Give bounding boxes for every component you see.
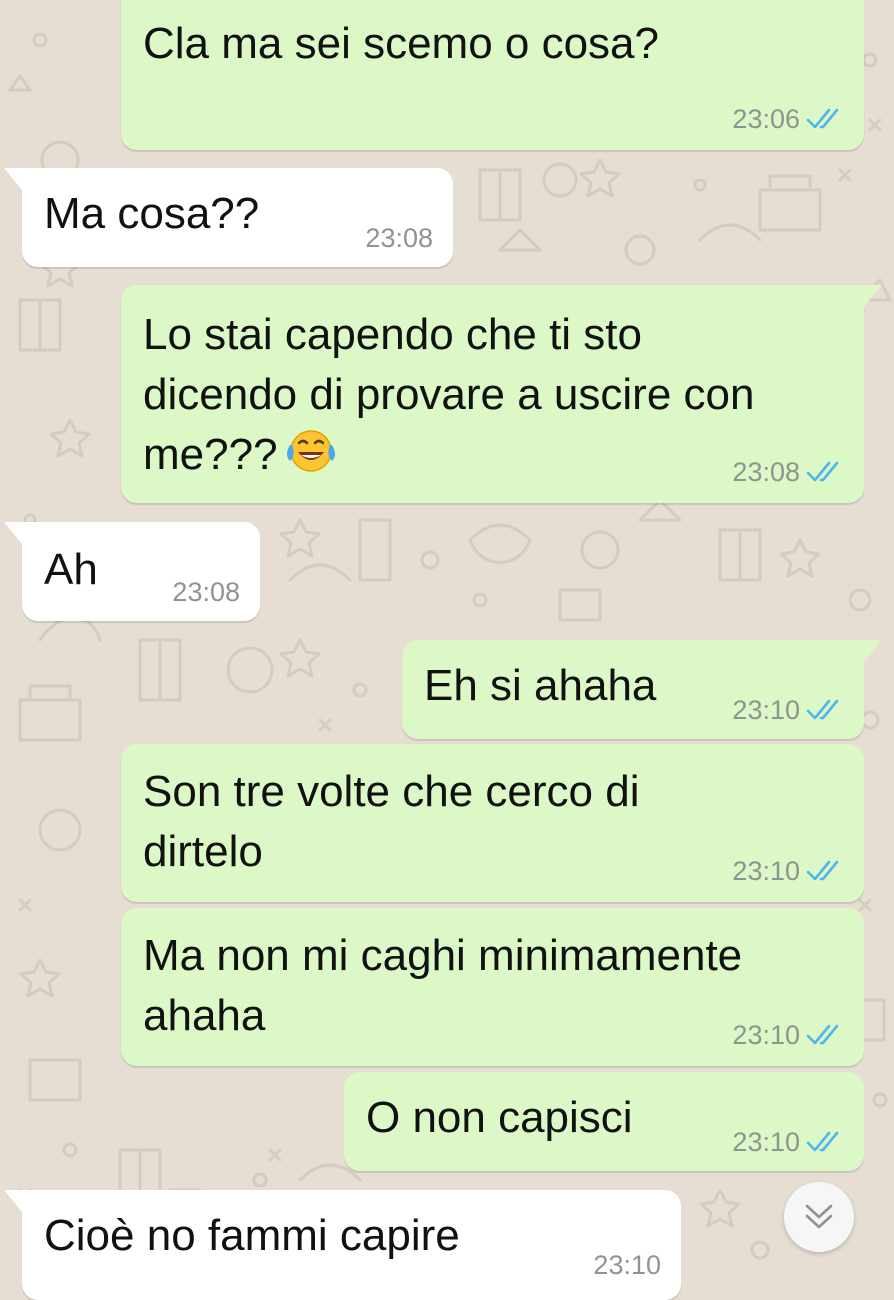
- message-line: Son tre volte che cerco di: [143, 767, 640, 816]
- message-text: Son tre volte che cerco di dirtelo: [143, 762, 639, 882]
- incoming-message[interactable]: Ma cosa?? 23:08: [4, 168, 453, 267]
- double-check-icon: [806, 1131, 839, 1152]
- message-time: 23:06: [732, 104, 800, 134]
- double-check-icon: [806, 461, 839, 482]
- outgoing-message[interactable]: Cla ma sei scemo o cosa? 23:06: [121, 0, 864, 150]
- message-line: ahaha: [143, 991, 266, 1040]
- message-text: Cla ma sei scemo o cosa?: [143, 19, 659, 68]
- message-meta: 23:08: [732, 457, 844, 487]
- message-meta: 23:06: [732, 104, 844, 134]
- message-time: 23:10: [732, 695, 800, 725]
- outgoing-message[interactable]: Ma non mi caghi minimamente ahaha 23:10: [121, 908, 864, 1066]
- message-line: dirtelo: [143, 827, 263, 876]
- message-time: 23:10: [732, 856, 800, 886]
- message-text: Ma cosa??: [44, 189, 260, 238]
- message-time: 23:08: [365, 223, 433, 253]
- outgoing-message[interactable]: Eh si ahaha 23:10: [402, 640, 882, 739]
- message-meta: 23:10: [593, 1250, 661, 1280]
- message-text: Eh si ahaha: [424, 661, 657, 710]
- outgoing-message[interactable]: Lo stai capendo che ti sto dicendo di pr…: [121, 285, 882, 503]
- face-with-tears-of-joy-icon: [286, 430, 335, 472]
- incoming-message[interactable]: Ah 23:08: [4, 522, 260, 621]
- message-line: dicendo di provare a uscire con: [143, 370, 755, 419]
- message-text: Cioè no fammi capire: [44, 1211, 460, 1260]
- double-check-icon: [806, 1024, 839, 1045]
- message-meta: 23:10: [732, 856, 844, 886]
- message-text: Lo stai capendo che ti sto dicendo di pr…: [143, 305, 754, 485]
- double-check-icon: [806, 108, 839, 129]
- double-check-icon: [806, 860, 839, 881]
- message-time: 23:10: [732, 1127, 800, 1157]
- scroll-to-bottom-button[interactable]: [784, 1182, 854, 1252]
- message-line: Ma non mi caghi minimamente: [143, 931, 743, 980]
- double-check-icon: [806, 699, 839, 720]
- message-meta: 23:08: [172, 577, 240, 607]
- message-time: 23:10: [732, 1020, 800, 1050]
- message-time: 23:08: [732, 457, 800, 487]
- message-text: Ah: [44, 545, 98, 594]
- message-text: Ma non mi caghi minimamente ahaha: [143, 926, 742, 1046]
- outgoing-message[interactable]: Son tre volte che cerco di dirtelo 23:10: [121, 744, 864, 902]
- outgoing-message[interactable]: O non capisci 23:10: [344, 1072, 864, 1171]
- message-text: O non capisci: [366, 1093, 633, 1142]
- message-meta: 23:10: [732, 1020, 844, 1050]
- message-time: 23:10: [593, 1250, 661, 1280]
- double-chevron-down-icon: [805, 1204, 833, 1229]
- message-line: Lo stai capendo che ti sto: [143, 310, 642, 359]
- incoming-message[interactable]: Cioè no fammi capire 23:10: [4, 1190, 681, 1300]
- message-time: 23:08: [172, 577, 240, 607]
- message-line: me???: [143, 425, 754, 485]
- message-meta: 23:10: [732, 695, 844, 725]
- message-meta: 23:08: [365, 223, 433, 253]
- message-meta: 23:10: [732, 1127, 844, 1157]
